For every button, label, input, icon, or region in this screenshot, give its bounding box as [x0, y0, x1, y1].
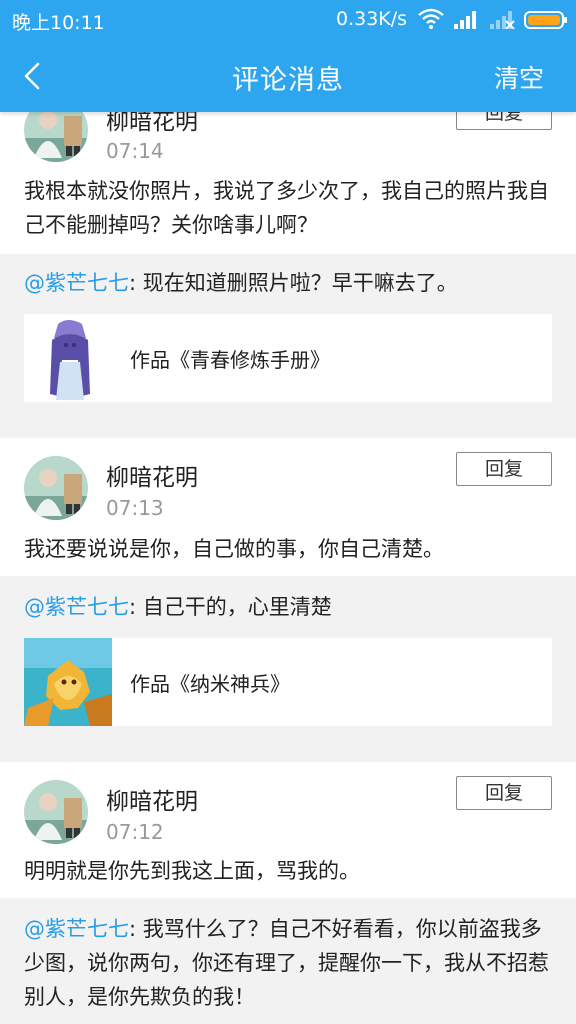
work-thumbnail	[24, 314, 112, 402]
comment-time: 07:12	[106, 820, 164, 844]
signal-icon	[454, 9, 480, 34]
work-title: 作品《青春修炼手册》	[130, 348, 330, 372]
comment-text: 我根本就没你照片，我说了多少次了，我自己的照片我自己不能删掉吗？关你啥事儿啊？	[24, 179, 549, 237]
work-thumbnail	[24, 638, 112, 726]
work-link[interactable]: 作品《纳米神兵》	[24, 638, 552, 726]
page-title: 评论消息	[232, 65, 344, 96]
comment-list: 柳暗花明 07:14 回复 我根本就没你照片，我说了多少次了，我自己的照片我自己…	[0, 0, 576, 1024]
quoted-text: @紫芒七七: 我骂什么了？自己不好看看，你以前盗我多少图，说你两句，你还有理了，…	[24, 912, 552, 1014]
mention-link[interactable]: @紫芒七七	[24, 917, 129, 941]
comment-time: 07:13	[106, 496, 164, 520]
app-bar: 晚上10:11 0.33K/s 评论消息 清空	[0, 0, 576, 112]
clear-button[interactable]: 清空	[494, 59, 544, 95]
work-link[interactable]: 作品《青春修炼手册》	[24, 314, 552, 402]
wifi-icon	[418, 8, 444, 35]
title-bar: 评论消息 清空	[0, 40, 576, 112]
quoted-comment: @紫芒七七: 自己干的，心里清楚 作品《纳米神兵》	[0, 576, 576, 762]
quoted-body: : 现在知道删照片啦？早干嘛去了。	[129, 271, 458, 295]
avatar[interactable]	[24, 456, 88, 520]
mention-link[interactable]: @紫芒七七	[24, 271, 129, 295]
battery-icon	[524, 10, 568, 30]
quoted-body: : 自己干的，心里清楚	[129, 595, 332, 619]
quoted-text: @紫芒七七: 自己干的，心里清楚	[24, 590, 552, 624]
quoted-text: @紫芒七七: 现在知道删照片啦？早干嘛去了。	[24, 266, 552, 300]
mention-link[interactable]: @紫芒七七	[24, 595, 129, 619]
comment-time: 07:14	[106, 139, 164, 163]
comment-text: 明明就是你先到我这上面，骂我的。	[24, 859, 360, 883]
quoted-comment: @紫芒七七: 现在知道删照片啦？早干嘛去了。 作品《青春修炼手册》	[0, 254, 576, 438]
comment-text: 我还要说说是你，自己做的事，你自己清楚。	[24, 537, 444, 561]
comment-card: 柳暗花明 07:13 回复 我还要说说是你，自己做的事，你自己清楚。	[0, 438, 576, 576]
quoted-comment: @紫芒七七: 我骂什么了？自己不好看看，你以前盗我多少图，说你两句，你还有理了，…	[0, 898, 576, 1024]
avatar[interactable]	[24, 780, 88, 844]
signal-weak-icon	[490, 9, 516, 34]
username[interactable]: 柳暗花明	[106, 458, 198, 492]
network-speed: 0.33K/s	[336, 8, 408, 30]
reply-button[interactable]: 回复	[456, 452, 552, 486]
username[interactable]: 柳暗花明	[106, 782, 198, 816]
status-bar: 晚上10:11 0.33K/s	[0, 0, 576, 40]
reply-button[interactable]: 回复	[456, 776, 552, 810]
comment-card: 柳暗花明 07:12 回复 明明就是你先到我这上面，骂我的。	[0, 762, 576, 898]
work-title: 作品《纳米神兵》	[130, 672, 290, 696]
status-time: 晚上10:11	[12, 12, 105, 34]
